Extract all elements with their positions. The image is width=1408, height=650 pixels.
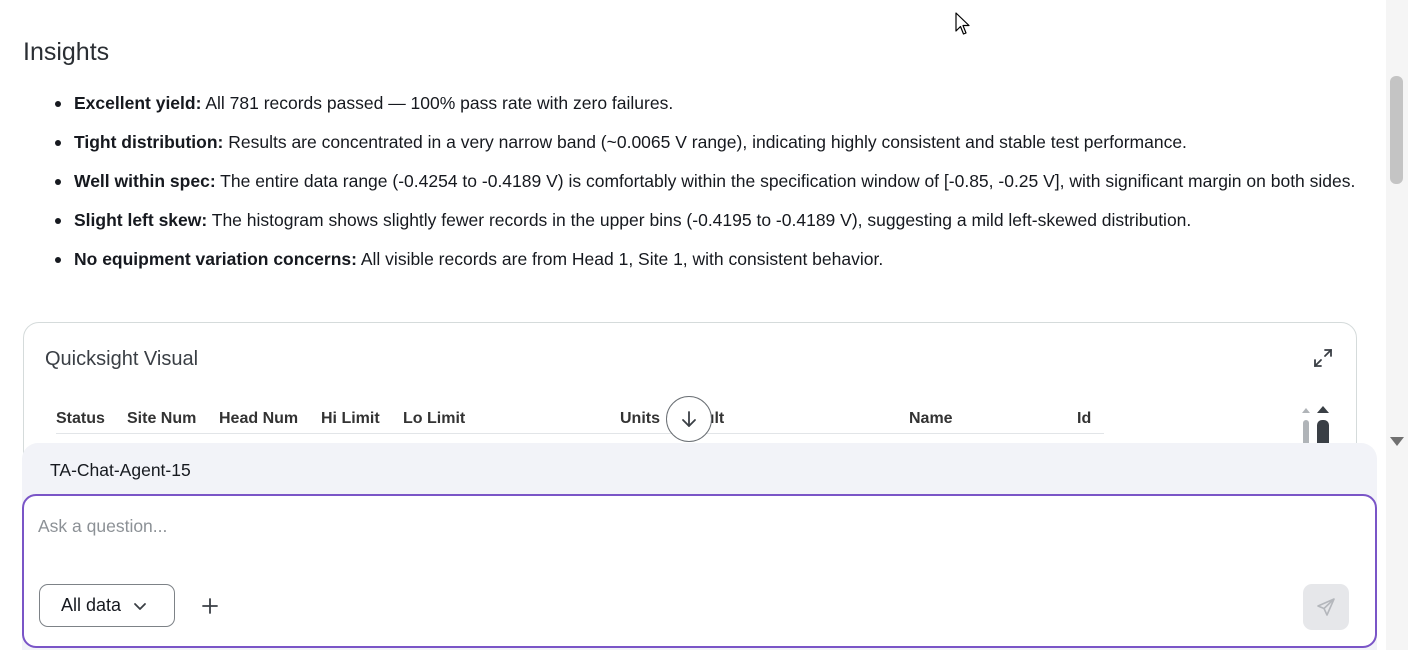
column-header-status[interactable]: Status	[56, 410, 105, 428]
insight-bold: Tight distribution:	[74, 132, 224, 152]
column-header-id[interactable]: Id	[1077, 410, 1091, 428]
insight-bold: No equipment variation concerns:	[74, 249, 357, 269]
agent-name: TA-Chat-Agent-15	[50, 460, 191, 480]
column-header-name[interactable]: Name	[909, 410, 953, 428]
page-scrollbar-thumb[interactable]	[1390, 76, 1403, 184]
insight-bold: Slight left skew:	[74, 210, 208, 230]
chat-panel: TA-Chat-Agent-15 All data	[22, 443, 1377, 650]
expand-icon[interactable]	[1312, 347, 1334, 369]
page-scrollbar[interactable]	[1386, 0, 1408, 650]
insight-text: Results are concentrated in a very narro…	[223, 132, 1187, 152]
insights-list: Excellent yield: All 781 records passed …	[48, 89, 1358, 273]
insight-text: The entire data range (-0.4254 to -0.418…	[215, 171, 1356, 191]
scroll-down-arrow-icon[interactable]	[1390, 437, 1404, 446]
scroll-to-bottom-button[interactable]	[666, 396, 712, 442]
insight-item: Excellent yield: All 781 records passed …	[48, 89, 1358, 117]
column-header-hi-limit[interactable]: Hi Limit	[321, 410, 380, 428]
column-header-lo-limit[interactable]: Lo Limit	[403, 410, 465, 428]
plus-icon	[202, 598, 218, 614]
question-input[interactable]	[38, 510, 1338, 542]
insight-text: All visible records are from Head 1, Sit…	[356, 249, 884, 269]
insight-text: All 781 records passed — 100% pass rate …	[201, 93, 674, 113]
column-header-head-num[interactable]: Head Num	[219, 410, 298, 428]
chevron-down-icon	[134, 602, 146, 610]
insight-item: Slight left skew: The histogram shows sl…	[48, 206, 1358, 234]
column-header-result[interactable]: ılt	[710, 410, 724, 428]
insight-item: Well within spec: The entire data range …	[48, 167, 1358, 195]
insight-item: Tight distribution: Results are concentr…	[48, 128, 1358, 156]
data-scope-dropdown[interactable]: All data	[39, 584, 175, 627]
main-content: Insights Excellent yield: All 781 record…	[0, 0, 1386, 650]
mouse-cursor-icon	[955, 12, 970, 35]
insight-bold: Excellent yield:	[74, 93, 202, 113]
chat-input-box: All data	[22, 494, 1377, 648]
insights-title: Insights	[23, 38, 110, 66]
quicksight-title: Quicksight Visual	[45, 348, 199, 370]
data-scope-label: All data	[61, 595, 122, 615]
data-table-header: Status Site Num Head Num Hi Limit Lo Lim…	[56, 403, 1104, 434]
add-attachment-button[interactable]	[196, 592, 224, 620]
insight-bold: Well within spec:	[74, 171, 216, 191]
column-header-units[interactable]: Units	[620, 410, 660, 428]
column-header-site-num[interactable]: Site Num	[127, 410, 196, 428]
send-icon	[1317, 598, 1335, 616]
send-button[interactable]	[1303, 584, 1349, 630]
arrow-down-icon	[682, 411, 696, 427]
insight-item: No equipment variation concerns: All vis…	[48, 245, 1358, 273]
insight-text: The histogram shows slightly fewer recor…	[207, 210, 1192, 230]
